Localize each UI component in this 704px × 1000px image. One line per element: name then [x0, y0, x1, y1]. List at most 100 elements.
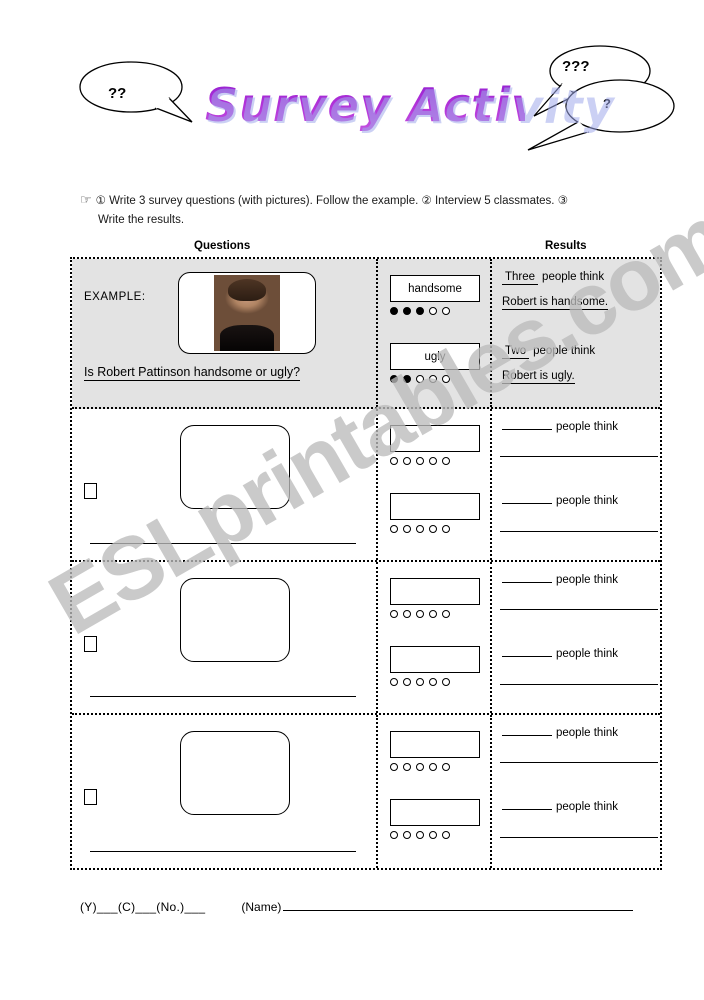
result-count[interactable]: [502, 808, 552, 810]
speech-bubble-left-icon: [79, 61, 193, 123]
rating-dot[interactable]: [416, 678, 424, 686]
scale-label-box[interactable]: [390, 425, 480, 452]
rating-dot[interactable]: [390, 831, 398, 839]
rating-dot[interactable]: [429, 831, 437, 839]
rating-dot[interactable]: [442, 307, 450, 315]
table-row: people think people think: [72, 715, 660, 868]
result-write-line[interactable]: [500, 531, 658, 532]
scale-cell: [378, 409, 492, 560]
rating-dots[interactable]: [390, 763, 482, 771]
row-checkbox[interactable]: [84, 636, 97, 652]
rating-dot[interactable]: [403, 763, 411, 771]
column-caption-questions: Questions: [194, 240, 251, 252]
result-sentence[interactable]: Robert is handsome.: [502, 296, 609, 310]
result-think-label: people think: [556, 727, 619, 739]
result-count[interactable]: [502, 502, 552, 504]
rating-dot[interactable]: [390, 678, 398, 686]
rating-dot[interactable]: [403, 307, 411, 315]
example-question-text: Is Robert Pattinson handsome or ugly?: [84, 365, 301, 381]
result-count[interactable]: Three: [502, 271, 539, 285]
scale-label-box[interactable]: ugly: [390, 343, 480, 370]
result-write-line[interactable]: [500, 837, 658, 838]
scale-label-box[interactable]: [390, 799, 480, 826]
student-name-field[interactable]: (Name): [241, 900, 634, 914]
rating-dot[interactable]: [442, 610, 450, 618]
column-caption-results: Results: [545, 240, 587, 252]
rating-dot[interactable]: [403, 610, 411, 618]
rating-dots[interactable]: [390, 831, 482, 839]
rating-dot[interactable]: [429, 375, 437, 383]
rating-dot[interactable]: [416, 763, 424, 771]
rating-dot[interactable]: [416, 525, 424, 533]
rating-dot[interactable]: [442, 763, 450, 771]
rating-dot[interactable]: [429, 678, 437, 686]
rating-dot[interactable]: [429, 763, 437, 771]
question-write-line[interactable]: [90, 696, 356, 697]
rating-dot[interactable]: [429, 457, 437, 465]
rating-dots[interactable]: [390, 457, 482, 465]
rating-dot[interactable]: [390, 457, 398, 465]
picture-drawing-box[interactable]: [180, 578, 290, 662]
scale-label-box[interactable]: [390, 493, 480, 520]
scale-group-1: [390, 425, 482, 465]
rating-dot[interactable]: [429, 525, 437, 533]
picture-drawing-box[interactable]: [180, 425, 290, 509]
rating-dots[interactable]: [390, 375, 482, 383]
rating-dot[interactable]: [390, 525, 398, 533]
result-count[interactable]: Two: [502, 345, 530, 359]
student-code-fields[interactable]: (Y)___(C)___(No.)___: [80, 900, 205, 914]
rating-dot[interactable]: [403, 457, 411, 465]
rating-dots[interactable]: [390, 610, 482, 618]
rating-dot[interactable]: [390, 307, 398, 315]
rating-dot[interactable]: [429, 307, 437, 315]
rating-dots[interactable]: [390, 307, 482, 315]
rating-dot[interactable]: [390, 610, 398, 618]
result-count[interactable]: [502, 655, 552, 657]
picture-drawing-box[interactable]: [180, 731, 290, 815]
scale-label-box[interactable]: [390, 731, 480, 758]
rating-dot[interactable]: [403, 831, 411, 839]
scale-label-box[interactable]: handsome: [390, 275, 480, 302]
speech-bubble-right-top-text: ???: [562, 58, 590, 75]
rating-dot[interactable]: [442, 831, 450, 839]
row-checkbox[interactable]: [84, 483, 97, 499]
rating-dot[interactable]: [416, 610, 424, 618]
rating-dot[interactable]: [442, 457, 450, 465]
rating-dot[interactable]: [403, 525, 411, 533]
result-sentence[interactable]: Robert is ugly.: [502, 370, 575, 384]
name-write-line[interactable]: [283, 910, 634, 911]
result-count[interactable]: [502, 581, 552, 583]
rating-dot[interactable]: [390, 375, 398, 383]
table-row-example: EXAMPLE: Is Robert Pattinson handsome or…: [72, 259, 660, 409]
row-checkbox[interactable]: [84, 789, 97, 805]
question-cell: [72, 715, 378, 868]
question-cell: [72, 409, 378, 560]
result-count[interactable]: [502, 734, 552, 736]
question-write-line[interactable]: [90, 543, 356, 544]
rating-dot[interactable]: [403, 375, 411, 383]
result-write-line[interactable]: [500, 456, 658, 457]
instructions-line-1: ① Write 3 survey questions (with picture…: [95, 195, 569, 207]
scale-label-box[interactable]: [390, 646, 480, 673]
result-write-line[interactable]: [500, 609, 658, 610]
rating-dot[interactable]: [429, 610, 437, 618]
rating-dot[interactable]: [442, 525, 450, 533]
rating-dot[interactable]: [403, 678, 411, 686]
rating-dot[interactable]: [416, 457, 424, 465]
rating-dot[interactable]: [390, 763, 398, 771]
result-block: people think: [502, 495, 654, 512]
robert-pattinson-photo: [214, 275, 280, 351]
scale-label-box[interactable]: [390, 578, 480, 605]
rating-dot[interactable]: [442, 678, 450, 686]
rating-dot[interactable]: [416, 307, 424, 315]
result-write-line[interactable]: [500, 762, 658, 763]
result-count[interactable]: [502, 428, 552, 430]
rating-dot[interactable]: [416, 375, 424, 383]
question-write-line[interactable]: [90, 851, 356, 852]
rating-dots[interactable]: [390, 525, 482, 533]
result-write-line[interactable]: [500, 684, 658, 685]
rating-dot[interactable]: [442, 375, 450, 383]
rating-dots[interactable]: [390, 678, 482, 686]
result-block: Three people think Robert is handsome.: [502, 271, 654, 310]
rating-dot[interactable]: [416, 831, 424, 839]
